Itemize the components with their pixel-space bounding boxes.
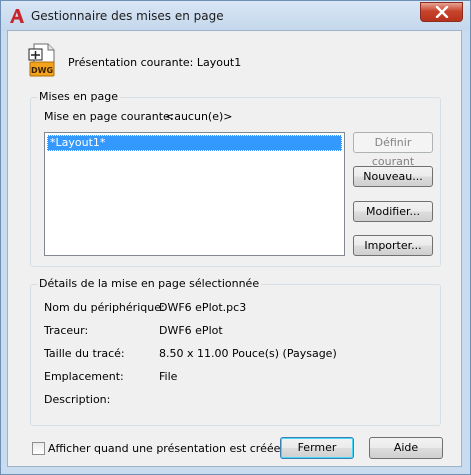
current-page-setup-label: Mise en page courante: (44, 110, 174, 123)
show-on-create-checkbox[interactable] (32, 442, 45, 455)
close-dialog-button[interactable]: Fermer (280, 437, 354, 459)
new-button[interactable]: Nouveau... (353, 166, 433, 187)
dwg-file-icon: DWG (28, 43, 55, 77)
import-button[interactable]: Importer... (353, 235, 433, 256)
current-layout-label: Présentation courante: Layout1 (68, 56, 242, 69)
current-page-setup-value: <aucun(e)> (165, 110, 233, 123)
close-icon (435, 6, 449, 18)
window-title: Gestionnaire des mises en page (31, 9, 224, 23)
list-item-selected[interactable]: *Layout1* (47, 135, 342, 151)
plotter-value: DWF6 ePlot (159, 324, 223, 337)
show-on-create-label[interactable]: Afficher quand une présentation est créé… (48, 442, 280, 455)
page-setups-legend: Mises en page (37, 90, 120, 103)
location-label: Emplacement: (44, 370, 124, 383)
device-name-value: DWF6 ePlot.pc3 (159, 301, 247, 314)
set-current-button[interactable]: Définir courant (353, 132, 433, 168)
location-value: File (159, 370, 178, 383)
help-button[interactable]: Aide (369, 437, 443, 459)
dwg-icon-text: DWG (31, 66, 53, 75)
device-name-label: Nom du périphérique: (44, 301, 165, 314)
autocad-a-icon (10, 9, 24, 23)
modify-button[interactable]: Modifier... (353, 201, 433, 222)
details-legend: Détails de la mise en page sélectionnée (37, 277, 262, 290)
plotter-label: Traceur: (44, 324, 89, 337)
plot-size-value: 8.50 x 11.00 Pouce(s) (Paysage) (159, 347, 337, 360)
description-label: Description: (44, 393, 111, 406)
plot-size-label: Taille du tracé: (44, 347, 125, 360)
page-setup-list[interactable]: *Layout1* (44, 132, 345, 256)
close-button[interactable] (420, 2, 463, 22)
title-bar[interactable]: Gestionnaire des mises en page (1, 1, 470, 31)
